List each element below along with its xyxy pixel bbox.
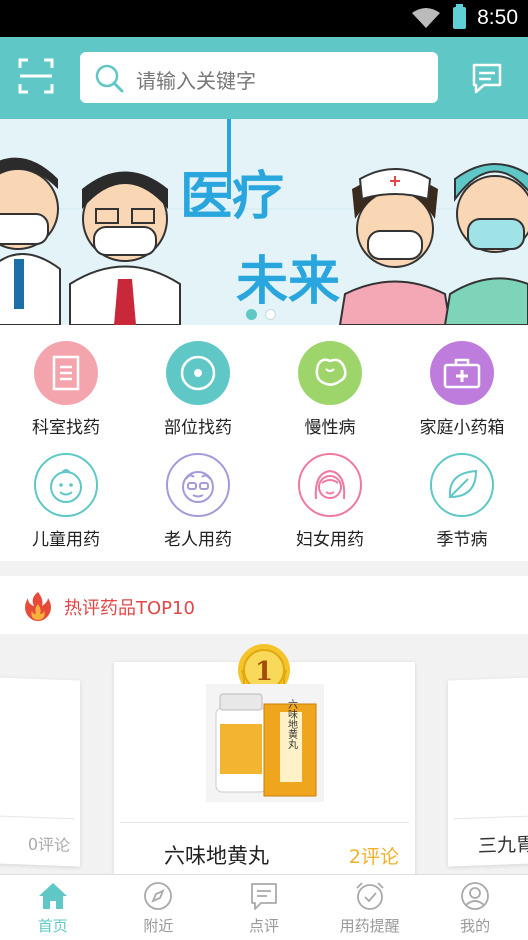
category-label: 家庭小药箱 [419,418,505,438]
scan-icon[interactable] [18,58,54,94]
product-rank: 1 [255,657,273,687]
nurse-illustration [338,168,452,325]
status-bar: 8:50 [0,0,528,37]
product-image: 六味地黄丸 [206,684,324,802]
tab-label: 点评 [248,917,279,935]
doctor-with-glasses-illustration [69,171,181,325]
product-carousel[interactable]: 0评论 1 六味地黄丸 六味地黄丸 2评论 三九胃 [0,634,528,874]
document-icon [34,341,98,405]
tab-reminder[interactable]: 用药提醒 [317,875,423,940]
profile-icon [461,882,490,910]
product-name: 三九胃 [478,833,528,858]
leaf-icon [430,453,494,517]
card-divider [0,813,74,820]
category-medkit[interactable]: 家庭小药箱 [396,325,528,438]
banner-headline-2: 未来 [236,252,340,312]
category-women[interactable]: 妇女用药 [264,437,396,550]
tab-nearby[interactable]: 附近 [106,875,212,940]
tab-label: 用药提醒 [339,917,400,935]
flame-icon [25,592,51,621]
search-icon [95,64,124,93]
category-children[interactable]: 儿童用药 [0,437,132,550]
woman-face-icon [298,453,362,517]
product-card-featured[interactable]: 1 六味地黄丸 六味地黄丸 2评论 [114,644,415,874]
category-label: 老人用药 [164,530,232,550]
target-icon [166,341,230,405]
product-card[interactable]: 0评论 [0,675,80,867]
home-icon [38,883,67,909]
baby-face-icon [34,453,98,517]
comment-icon [251,883,277,910]
surgeon-illustration [443,163,528,325]
category-seasonal[interactable]: 季节病 [396,437,528,550]
search-input[interactable]: 请输入关键字 [80,52,438,103]
category-grid: 科室找药 部位找药 慢性病 家庭小药箱 儿童用药 老人用药 妇女用药 季节病 [0,325,528,561]
alarm-clock-icon [355,882,384,910]
category-label: 慢性病 [304,418,356,438]
banner-illustration: 医疗 未来 [0,119,528,325]
pagination-dot-active[interactable] [246,309,257,320]
banner-carousel[interactable]: 医疗 未来 [0,119,528,325]
wifi-icon [412,8,440,28]
card-divider [454,813,528,820]
product-box-label: 六味地黄丸 [286,699,298,749]
elder-face-icon [166,453,230,517]
product-card[interactable]: 三九胃 [448,675,528,867]
banner-headline-1: 医疗 [180,167,284,227]
category-label: 季节病 [436,530,488,550]
app-bar: 请输入关键字 [0,37,528,119]
hot-reviews-title: 热评药品TOP10 [64,598,195,619]
banner-pagination [246,305,279,324]
category-label: 儿童用药 [32,530,100,550]
medkit-icon [430,341,494,405]
compass-icon [144,882,173,910]
status-time: 8:50 [477,6,518,29]
category-chronic[interactable]: 慢性病 [264,325,396,438]
category-label: 妇女用药 [296,530,364,550]
tab-label: 附近 [143,917,174,935]
card-divider [120,822,409,823]
doctor-illustration [0,157,61,325]
hot-reviews-header: 热评药品TOP10 [0,576,528,634]
tab-label: 我的 [460,917,491,935]
message-icon[interactable] [470,61,504,95]
battery-icon [453,4,466,29]
product-comments: 0评论 [27,834,70,856]
bottom-tab-bar: 首页 附近 点评 用药提醒 我的 [0,874,528,940]
search-placeholder: 请输入关键字 [136,69,256,93]
category-label: 科室找药 [32,418,100,438]
product-comments: 2评论 [348,846,399,868]
tab-home[interactable]: 首页 [0,875,106,940]
category-department[interactable]: 科室找药 [0,325,132,438]
pagination-dot[interactable] [265,309,277,320]
category-body-part[interactable]: 部位找药 [132,325,264,438]
organ-icon [298,341,362,405]
tab-reviews[interactable]: 点评 [211,875,317,940]
product-name: 六味地黄丸 [164,844,269,868]
tab-label: 首页 [37,917,68,935]
category-label: 部位找药 [164,418,232,438]
category-elderly[interactable]: 老人用药 [132,437,264,550]
tab-mine[interactable]: 我的 [422,875,528,940]
